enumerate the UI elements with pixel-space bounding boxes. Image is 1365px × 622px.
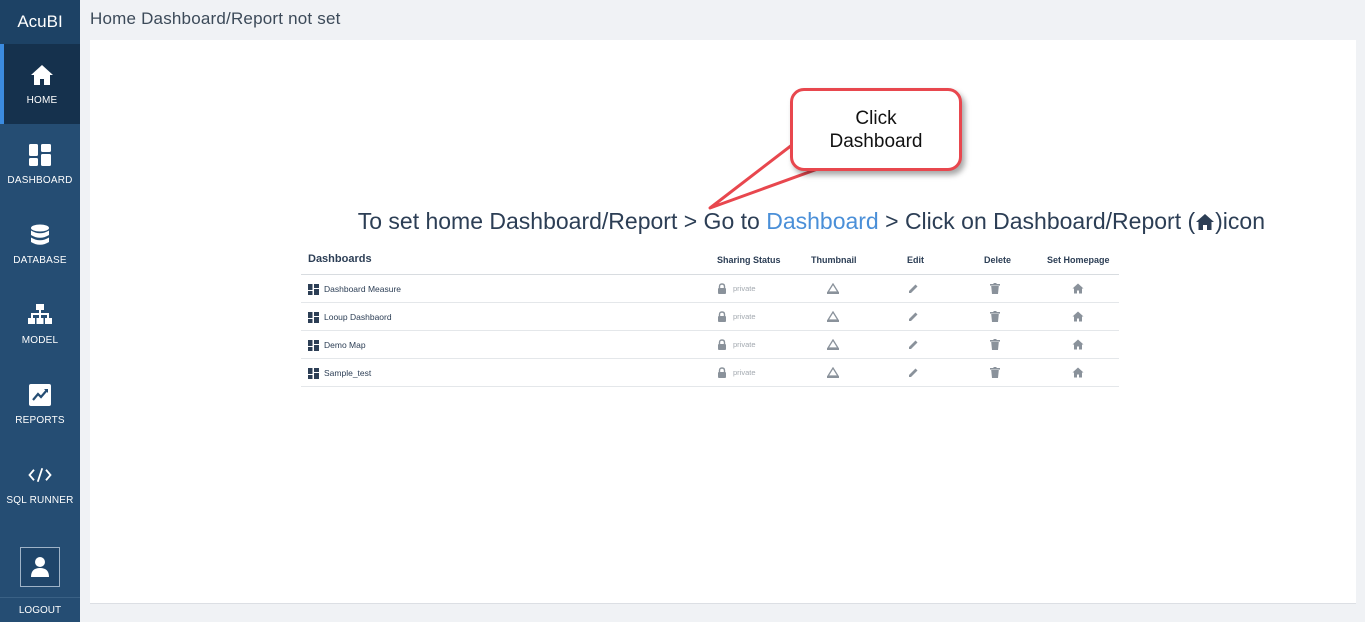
sidebar-item-label: SQL RUNNER [6,494,74,506]
sidebar-item-sql-runner[interactable]: SQL RUNNER [0,444,80,524]
lock-icon [717,339,727,352]
sharing-status: private [733,340,756,349]
table-row[interactable]: Sample_test private [301,359,1119,387]
logout-button[interactable]: LOGOUT [0,597,80,622]
lock-icon [717,311,727,324]
dashboard-name[interactable]: Sample_test [324,368,371,378]
dashboard-icon [308,312,319,325]
thumbnail-icon[interactable] [826,282,840,296]
lock-icon [717,367,727,380]
edit-icon[interactable] [908,283,919,296]
sidebar-item-label: HOME [26,94,58,106]
instruction-text: To set home Dashboard/Report > Go to Das… [90,208,1265,237]
sharing-status: private [733,368,756,377]
sidebar-item-database[interactable]: DATABASE [0,204,80,284]
home-icon [1195,210,1215,237]
sharing-status: private [733,312,756,321]
column-header-sharing: Sharing Status [717,255,781,265]
column-header-delete: Delete [984,255,1012,265]
edit-icon[interactable] [908,311,919,324]
instruction-suffix: )icon [1215,208,1265,234]
dashboard-name[interactable]: Demo Map [324,340,366,350]
table-header: Dashboards Sharing Status Thumbnail Edit… [301,245,1119,275]
dashboard-icon [308,340,319,353]
sidebar-item-dashboard[interactable]: DASHBOARD [0,124,80,204]
trash-icon[interactable] [990,283,1000,296]
thumbnail-icon[interactable] [826,310,840,324]
dashboard-link[interactable]: Dashboard [766,208,879,234]
home-icon[interactable] [1072,283,1084,296]
column-header-thumbnail: Thumbnail [811,255,857,265]
sharing-status: private [733,284,756,293]
main-content: To set home Dashboard/Report > Go to Das… [90,40,1356,604]
page-title: Home Dashboard/Report not set [90,9,341,28]
dashboard-name[interactable]: Looup Dashbaord [324,312,392,322]
dashboard-icon [28,143,52,167]
column-header-dashboards: Dashboards [308,253,372,265]
trash-icon[interactable] [990,367,1000,380]
code-icon [28,463,52,487]
thumbnail-icon[interactable] [826,338,840,352]
home-icon [30,63,54,87]
lock-icon [717,283,727,296]
column-header-homepage: Set Homepage [1047,255,1110,265]
brand-logo: AcuBI [0,0,80,44]
callout-line-1: Click [855,107,897,129]
sidebar-item-label: REPORTS [15,414,65,426]
dashboards-table: Dashboards Sharing Status Thumbnail Edit… [301,245,1119,387]
sitemap-icon [28,303,52,327]
table-row[interactable]: Demo Map private [301,331,1119,359]
sidebar-item-home[interactable]: HOME [0,44,80,124]
instruction-middle: > Click on Dashboard/Report ( [878,208,1196,234]
edit-icon[interactable] [908,367,919,380]
table-row[interactable]: Dashboard Measure private [301,275,1119,303]
thumbnail-icon[interactable] [826,366,840,380]
edit-icon[interactable] [908,339,919,352]
sidebar-item-reports[interactable]: REPORTS [0,364,80,444]
user-avatar-button[interactable] [20,547,60,587]
dashboard-name[interactable]: Dashboard Measure [324,284,401,294]
sidebar-item-label: DATABASE [13,254,67,266]
callout-line-2: Dashboard [829,130,923,152]
chart-icon [28,383,52,407]
table-row[interactable]: Looup Dashbaord private [301,303,1119,331]
column-header-edit: Edit [907,255,924,265]
sidebar-item-label: MODEL [21,334,59,346]
home-icon[interactable] [1072,367,1084,380]
sidebar-item-model[interactable]: MODEL [0,284,80,364]
home-icon[interactable] [1072,339,1084,352]
callout-tooltip: Click Dashboard [790,88,962,171]
sidebar-item-label: DASHBOARD [7,174,73,186]
user-icon [31,557,49,577]
instruction-prefix: To set home Dashboard/Report > Go to [357,208,767,234]
dashboard-icon [308,368,319,381]
sidebar: AcuBI HOME DASHBOARD DATABASE MODEL REPO… [0,0,80,622]
database-icon [28,223,52,247]
trash-icon[interactable] [990,311,1000,324]
trash-icon[interactable] [990,339,1000,352]
home-icon[interactable] [1072,311,1084,324]
dashboard-icon [308,284,319,297]
